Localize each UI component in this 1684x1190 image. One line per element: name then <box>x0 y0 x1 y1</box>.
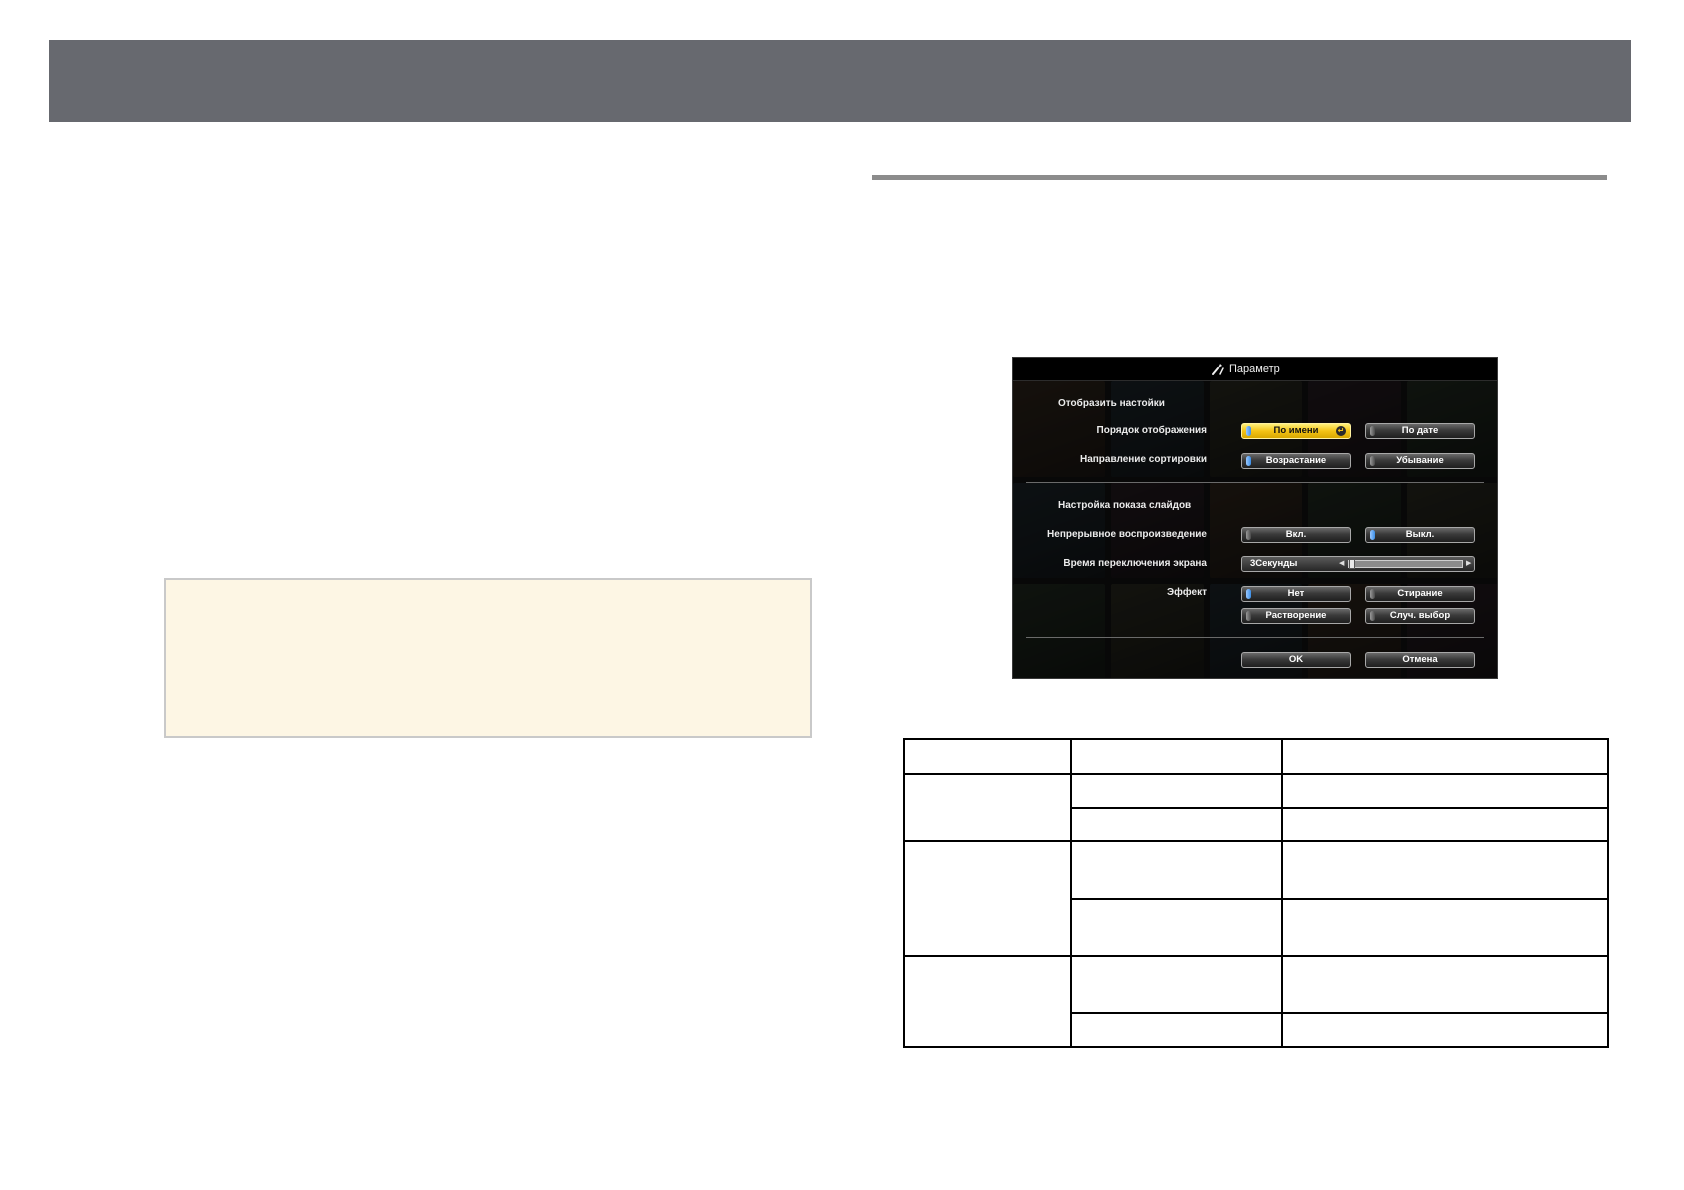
table-cell <box>1070 773 1283 809</box>
interval-label: Время переключения экрана <box>1063 558 1207 569</box>
slider-track[interactable] <box>1348 559 1463 569</box>
button-label: Вкл. <box>1285 529 1307 540</box>
radio-indicator <box>1246 456 1251 466</box>
settings-tools-icon <box>1212 364 1224 375</box>
table-group-cell <box>903 955 1072 1048</box>
table-header-row <box>903 738 1609 775</box>
table-header-cell <box>1070 738 1283 775</box>
continuous-play-label: Непрерывное воспроизведение <box>1047 529 1207 540</box>
table-cell <box>1281 840 1609 900</box>
table-group-cell <box>903 773 1072 842</box>
button-label: Растворение <box>1265 610 1327 621</box>
table-header-cell <box>903 738 1072 775</box>
table-cell <box>1281 773 1609 809</box>
radio-indicator <box>1370 456 1375 466</box>
radio-indicator <box>1370 611 1375 621</box>
sort-by-name-button[interactable]: По имени ↵ <box>1241 423 1351 439</box>
radio-indicator <box>1370 589 1375 599</box>
button-label: По дате <box>1401 425 1439 436</box>
radio-indicator <box>1246 426 1251 436</box>
button-label: По имени <box>1273 425 1319 436</box>
page-header-bar <box>49 40 1631 122</box>
table-row <box>903 955 1609 1048</box>
button-label: Убывание <box>1396 455 1444 466</box>
table-row <box>903 840 1609 957</box>
table-cell <box>1070 898 1283 957</box>
radio-indicator <box>1370 426 1375 436</box>
note-box <box>164 578 812 738</box>
arrow-left-icon[interactable]: ◀ <box>1339 557 1344 571</box>
button-label: Нет <box>1287 588 1305 599</box>
ok-button[interactable]: OK <box>1241 652 1351 668</box>
enter-icon: ↵ <box>1336 426 1346 436</box>
continuous-off-button[interactable]: Выкл. <box>1365 527 1475 543</box>
radio-indicator <box>1246 530 1251 540</box>
sort-order-label: Порядок отображения <box>1096 425 1207 436</box>
ascending-button[interactable]: Возрастание <box>1241 453 1351 469</box>
table-cell <box>1281 955 1609 1014</box>
continuous-on-button[interactable]: Вкл. <box>1241 527 1351 543</box>
arrow-right-icon[interactable]: ▶ <box>1466 557 1471 571</box>
options-dialog-screenshot: Параметр Отобразить настойки Порядок ото… <box>1012 357 1498 679</box>
button-label: Случ. выбор <box>1389 610 1451 621</box>
effect-none-button[interactable]: Нет <box>1241 586 1351 602</box>
dialog-divider <box>1026 637 1484 638</box>
table-cell <box>1070 1012 1283 1048</box>
table-cell <box>1281 807 1609 842</box>
button-label: Стирание <box>1397 588 1443 599</box>
interval-value: 3Секунды <box>1250 558 1298 569</box>
radio-indicator <box>1246 611 1251 621</box>
table-group-cell <box>903 840 1072 957</box>
descending-button[interactable]: Убывание <box>1365 453 1475 469</box>
button-label: Выкл. <box>1405 529 1435 540</box>
dialog-title: Параметр <box>1229 363 1280 375</box>
table-cell <box>1070 840 1283 900</box>
effect-random-button[interactable]: Случ. выбор <box>1365 608 1475 624</box>
sort-direction-label: Направление сортировки <box>1079 454 1207 465</box>
slider-thumb[interactable] <box>1349 559 1355 569</box>
sort-by-date-button[interactable]: По дате <box>1365 423 1475 439</box>
table-cell <box>1070 955 1283 1014</box>
table-cell <box>1281 1012 1609 1048</box>
table-cell <box>1070 807 1283 842</box>
radio-indicator <box>1246 589 1251 599</box>
table-cell <box>1281 898 1609 957</box>
dialog-divider <box>1026 482 1484 483</box>
effect-label: Эффект <box>1167 587 1207 598</box>
interval-slider[interactable]: 3Секунды ◀ ▶ <box>1241 556 1475 572</box>
section-heading-display: Отобразить настойки <box>1058 398 1165 409</box>
settings-table <box>903 738 1609 1048</box>
cancel-button[interactable]: Отмена <box>1365 652 1475 668</box>
table-header-cell <box>1281 738 1609 775</box>
effect-dissolve-button[interactable]: Растворение <box>1241 608 1351 624</box>
button-label: Возрастание <box>1265 455 1327 466</box>
section-heading-slideshow: Настройка показа слайдов <box>1058 500 1192 511</box>
effect-wipe-button[interactable]: Стирание <box>1365 586 1475 602</box>
dialog-title-bar: Параметр <box>1013 358 1497 381</box>
radio-indicator <box>1370 530 1375 540</box>
table-row <box>903 773 1609 842</box>
section-divider <box>872 175 1607 180</box>
